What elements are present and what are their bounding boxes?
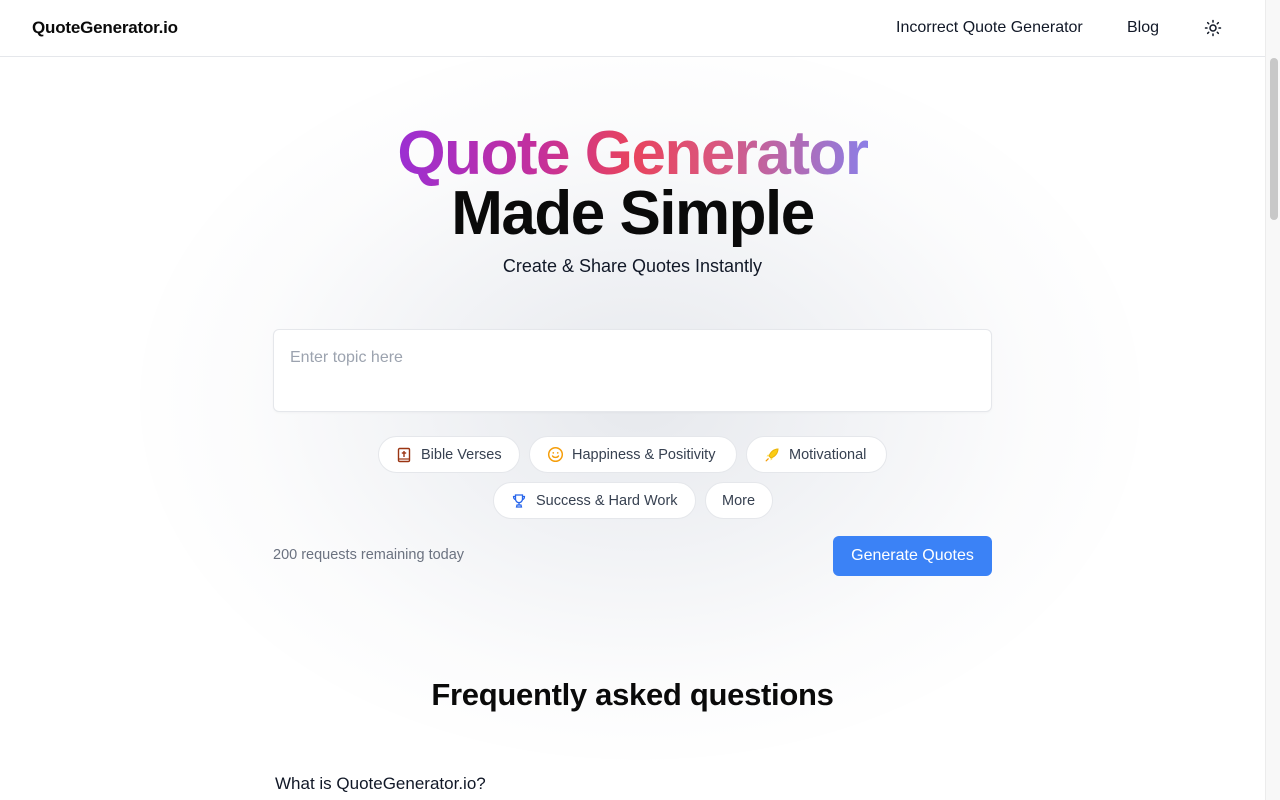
vertical-scrollbar[interactable] (1265, 0, 1280, 800)
main-content: Quote Generator Made Simple Create & Sha… (0, 57, 1265, 800)
smiley-icon (546, 446, 564, 464)
site-logo[interactable]: QuoteGenerator.io (32, 18, 178, 38)
hero-title-plain: Made Simple (451, 179, 815, 248)
sun-icon (1204, 19, 1222, 37)
chip-success-hard-work[interactable]: Success & Hard Work (493, 482, 696, 519)
chip-bible-verses[interactable]: Bible Verses (378, 436, 520, 473)
chip-more[interactable]: More (705, 482, 773, 519)
chip-label: Bible Verses (421, 446, 502, 463)
faq-question-item[interactable]: What is QuoteGenerator.io? (275, 774, 486, 794)
chip-label: Motivational (789, 446, 867, 463)
nav-link-blog[interactable]: Blog (1127, 19, 1159, 37)
chip-motivational[interactable]: Motivational (746, 436, 887, 473)
nav-link-incorrect-quote-generator[interactable]: Incorrect Quote Generator (896, 19, 1083, 37)
top-navbar: QuoteGenerator.io Incorrect Quote Genera… (0, 0, 1265, 57)
bible-icon (395, 446, 413, 464)
requests-remaining-text: 200 requests remaining today (273, 547, 465, 563)
hero-subtitle: Create & Share Quotes Instantly (502, 256, 763, 276)
theme-toggle-button[interactable] (1200, 15, 1226, 41)
rocket-icon (763, 446, 781, 464)
topic-input-container (273, 329, 992, 412)
generate-quotes-button[interactable]: Generate Quotes (833, 536, 992, 576)
chip-happiness-positivity[interactable]: Happiness & Positivity (529, 436, 737, 473)
chip-label: More (722, 492, 756, 509)
chip-label: Success & Hard Work (536, 492, 678, 509)
scrollbar-thumb[interactable] (1270, 58, 1278, 220)
hero-title-gradient-text: Quote Generator (397, 119, 869, 188)
chip-label: Happiness & Positivity (572, 446, 716, 463)
faq-heading: Frequently asked questions (431, 677, 834, 712)
trophy-icon (510, 492, 528, 510)
page: QuoteGenerator.io Incorrect Quote Genera… (0, 0, 1280, 800)
topic-input[interactable] (274, 330, 991, 411)
